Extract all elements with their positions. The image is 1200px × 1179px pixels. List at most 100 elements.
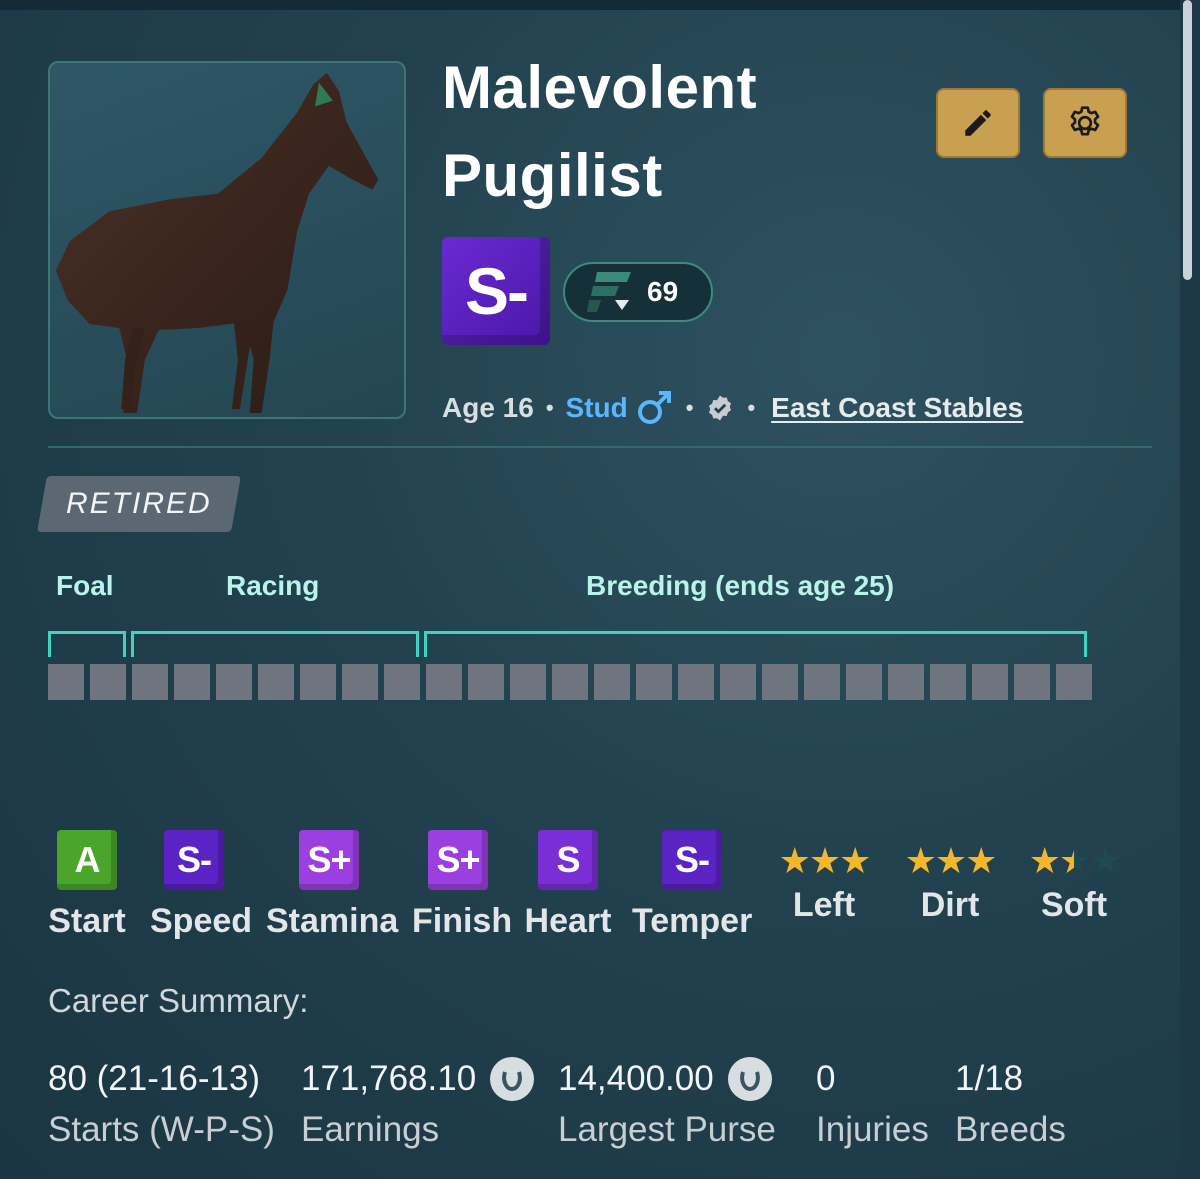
career-injuries: 0 Injuries xyxy=(816,1058,929,1150)
preference-label: Left xyxy=(792,886,856,924)
age-cell xyxy=(552,664,588,700)
attribute-label: Start xyxy=(48,902,126,940)
age-cell xyxy=(1014,664,1050,700)
career-value: 1/18 xyxy=(955,1059,1024,1098)
career-earnings: 171,768.10 Earnings xyxy=(301,1057,535,1150)
top-bar xyxy=(0,0,1180,10)
age-cell xyxy=(132,664,168,700)
age-cell xyxy=(720,664,756,700)
age-cell xyxy=(468,664,504,700)
horse-name-line2: Pugilist xyxy=(442,142,663,209)
age-cell xyxy=(930,664,966,700)
stable-link[interactable]: East Coast Stables xyxy=(771,392,1023,424)
attribute-start: A Start xyxy=(48,830,126,941)
career-summary-title: Career Summary: xyxy=(48,982,309,1019)
career-value: 14,400.00 xyxy=(558,1059,714,1098)
grade-chip: S- xyxy=(164,830,224,890)
attribute-label: Speed xyxy=(150,902,253,940)
star-rating: ★★★ xyxy=(894,842,1006,880)
preference-label: Soft xyxy=(1040,886,1108,924)
age-cell xyxy=(594,664,630,700)
separator-dot: • xyxy=(747,395,756,420)
separator-dot: • xyxy=(545,395,554,420)
career-value: 171,768.10 xyxy=(301,1059,477,1098)
attribute-heart: S Heart xyxy=(524,830,612,941)
scrollbar-thumb[interactable] xyxy=(1183,0,1192,280)
age-cell xyxy=(636,664,672,700)
age-cell xyxy=(300,664,336,700)
star-icon: ★ xyxy=(778,840,811,881)
rating-logo-icon xyxy=(587,272,631,312)
phase-label-foal: Foal xyxy=(56,570,114,601)
star-icon: ★ xyxy=(934,840,967,881)
age-cell xyxy=(888,664,924,700)
age-cell xyxy=(384,664,420,700)
grade-chip: A xyxy=(57,830,117,890)
age-cell xyxy=(426,664,462,700)
age-cell xyxy=(678,664,714,700)
grade-chip: S+ xyxy=(428,830,488,890)
coin-icon xyxy=(490,1057,535,1101)
attribute-label: Stamina xyxy=(266,902,399,940)
age-cell xyxy=(216,664,252,700)
sex-text: Stud xyxy=(565,392,628,423)
pencil-icon xyxy=(965,110,991,136)
career-label: Largest Purse xyxy=(558,1110,776,1149)
age-cell xyxy=(846,664,882,700)
scrollbar[interactable] xyxy=(1180,0,1200,1179)
horse-meta: Age 16 • Stud • • East Coast Stables xyxy=(442,388,1023,428)
edit-button[interactable] xyxy=(936,88,1020,158)
bracket-racing xyxy=(131,631,419,657)
attribute-speed: S- Speed xyxy=(150,830,253,941)
age-cell xyxy=(804,664,840,700)
rating-pill[interactable]: 69 xyxy=(563,262,713,322)
attribute-label: Heart xyxy=(524,902,612,940)
preference-soft: ★★★ Soft xyxy=(1018,842,1130,925)
age-cell xyxy=(174,664,210,700)
age-cell xyxy=(342,664,378,700)
star-icon: ★ xyxy=(965,840,997,881)
preference-label: Dirt xyxy=(920,886,980,924)
age-cell xyxy=(1056,664,1092,700)
star-icon: ★ xyxy=(1028,840,1061,881)
phase-label-racing: Racing xyxy=(226,570,320,601)
career-value: 0 xyxy=(816,1059,836,1098)
header-divider xyxy=(48,446,1152,448)
verified-badge-icon xyxy=(709,395,732,421)
star-rating: ★★★ xyxy=(1018,842,1130,880)
attribute-temper: S- Temper xyxy=(632,830,752,941)
career-label: Starts (W-P-S) xyxy=(48,1110,275,1149)
age-cell xyxy=(762,664,798,700)
phase-label-breeding: Breeding (ends age 25) xyxy=(586,570,895,601)
settings-button[interactable] xyxy=(1043,88,1127,158)
career-starts: 80 (21-16-13) Starts (W-P-S) xyxy=(48,1058,275,1150)
grade-chip: S+ xyxy=(299,830,359,890)
age-cell xyxy=(258,664,294,700)
attribute-label: Temper xyxy=(632,902,753,940)
attribute-stamina: S+ Stamina xyxy=(266,830,399,941)
star-icon: ★ xyxy=(1089,840,1121,881)
age-cell xyxy=(510,664,546,700)
career-breeds: 1/18 Breeds xyxy=(955,1058,1066,1150)
separator-dot: • xyxy=(685,395,694,420)
age-cell xyxy=(972,664,1008,700)
age-text: Age 16 xyxy=(442,392,534,423)
career-label: Earnings xyxy=(301,1110,440,1149)
overall-grade-badge: S- xyxy=(442,237,550,345)
star-rating: ★★★ xyxy=(768,842,880,880)
age-cell xyxy=(48,664,84,700)
preference-dirt: ★★★ Dirt xyxy=(894,842,1006,925)
preference-left: ★★★ Left xyxy=(768,842,880,925)
star-icon: ★ xyxy=(1058,840,1091,881)
horse-portrait xyxy=(48,61,406,419)
horse-image xyxy=(55,72,379,414)
career-label: Injuries xyxy=(816,1110,929,1149)
rating-value: 69 xyxy=(647,276,679,307)
career-largest-purse: 14,400.00 Largest Purse xyxy=(558,1057,776,1150)
coin-icon xyxy=(727,1057,772,1101)
grade-chip: S- xyxy=(662,830,722,890)
gear-icon xyxy=(1070,106,1100,136)
bracket-breeding xyxy=(424,631,1087,657)
horse-name-line1: Malevolent xyxy=(442,54,758,121)
attribute-finish: S+ Finish xyxy=(412,830,512,941)
